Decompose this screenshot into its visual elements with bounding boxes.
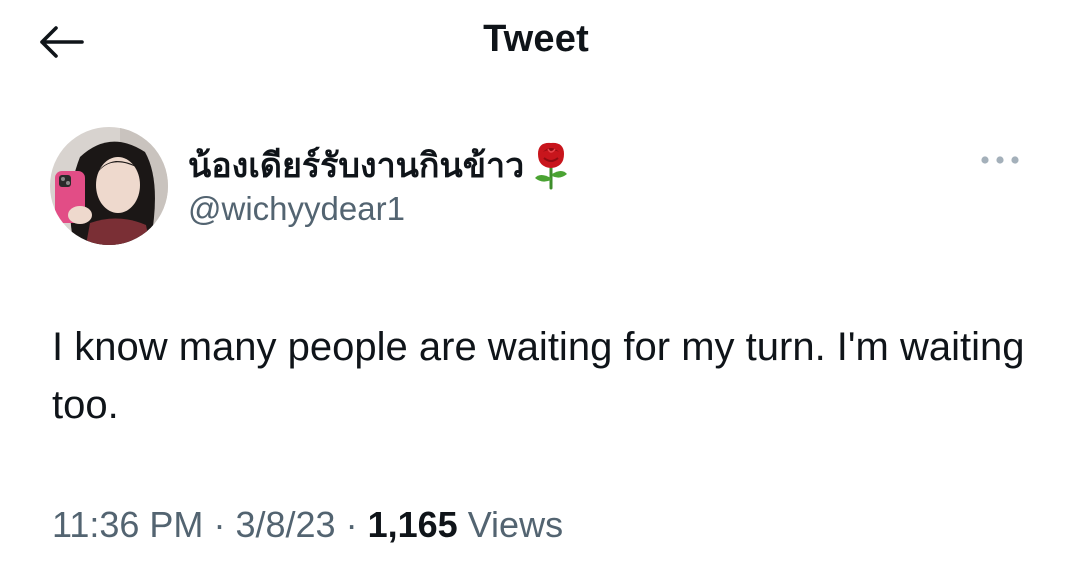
rose-icon — [530, 140, 572, 190]
page-title: Tweet — [483, 18, 589, 60]
tweet-text: I know many people are waiting for my tu… — [52, 325, 1025, 427]
tweet-header: Tweet — [0, 0, 1072, 90]
views-count: 1,165 — [367, 504, 458, 545]
display-name: น้องเดียร์รับงานกินข้าว — [188, 147, 525, 185]
meta-separator: · — [213, 504, 226, 545]
views-label: Views — [467, 504, 564, 545]
tweet-meta: 11:36 PM · 3/8/23 · 1,165 Views — [52, 504, 563, 546]
author-handle[interactable]: @wichyydear1 — [188, 190, 405, 228]
avatar[interactable] — [50, 127, 168, 245]
more-horizontal-icon — [980, 153, 1020, 171]
meta-separator: · — [345, 504, 358, 545]
tweet-date[interactable]: 3/8/23 — [235, 504, 335, 545]
tweet-time[interactable]: 11:36 PM — [52, 504, 203, 545]
author-name[interactable]: น้องเดียร์รับงานกินข้าว — [188, 138, 572, 192]
more-options-button[interactable] — [974, 146, 1026, 178]
